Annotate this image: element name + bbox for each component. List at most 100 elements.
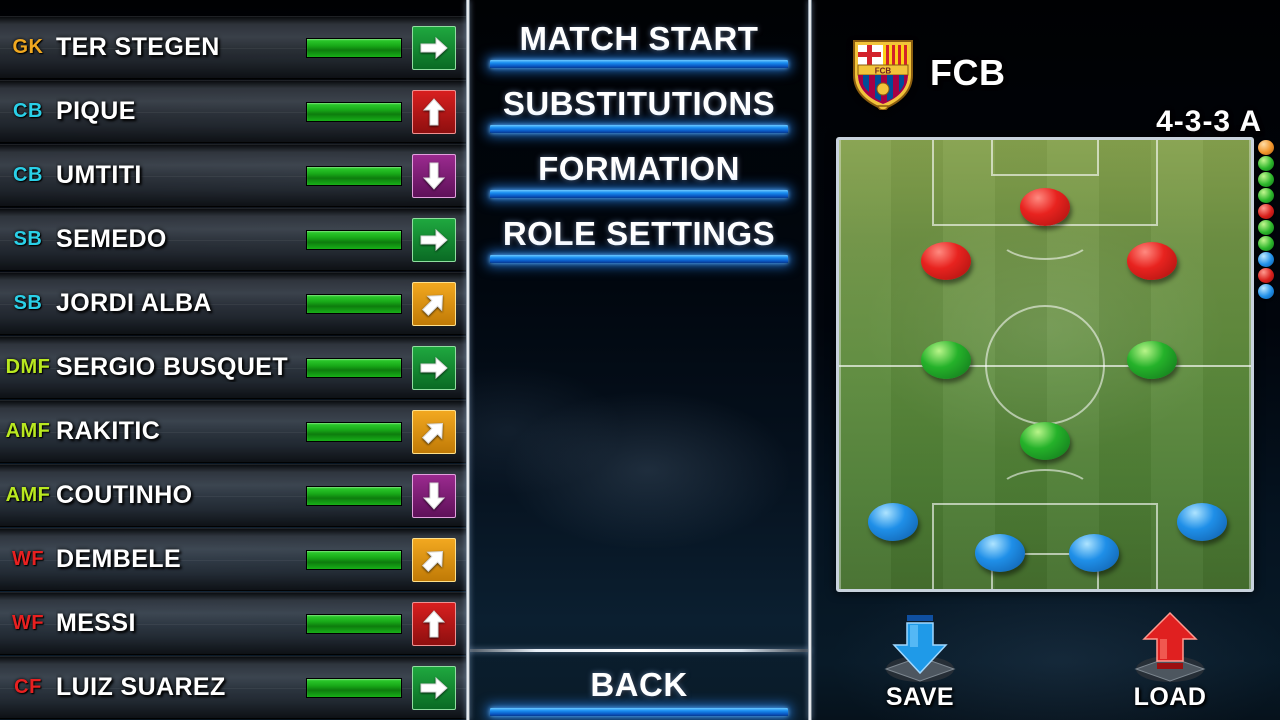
player-name-label: UMTITI	[56, 161, 142, 189]
squad-row[interactable]: DMF SERGIO BUSQUET	[0, 336, 468, 399]
player-form-right-arrow-icon[interactable]	[412, 345, 456, 390]
pitch-center-circle	[985, 304, 1105, 425]
player-condition-bar	[306, 357, 402, 378]
player-position-label: GK	[12, 36, 44, 58]
menu-item-underline	[490, 60, 788, 68]
pitch-player-midfielder[interactable]	[1127, 341, 1178, 379]
squad-row[interactable]: AMF COUTINHO	[0, 464, 468, 527]
player-form-right-arrow-icon[interactable]	[412, 25, 456, 70]
pitch-player-defender[interactable]	[867, 502, 918, 541]
menu-item-label: MATCH START	[519, 20, 759, 57]
player-form-up-right-arrow-icon[interactable]	[412, 409, 456, 454]
back-button[interactable]: BACK	[468, 652, 810, 720]
player-condition-bar	[306, 613, 402, 634]
role-indicator-dot[interactable]	[1258, 268, 1274, 283]
squad-rows: GK TER STEGEN CB PIQUE CB UMTITI SB SEMEDO SB JOR…	[0, 16, 468, 719]
role-indicator-dot[interactable]	[1258, 204, 1274, 219]
pitch-player-midfielder[interactable]	[921, 341, 972, 379]
player-name-label: TER STEGEN	[56, 33, 220, 61]
squad-list-panel: GK TER STEGEN CB PIQUE CB UMTITI SB SEMEDO SB JOR…	[0, 0, 468, 720]
player-position-label: AMF	[5, 420, 51, 442]
player-form-down-arrow-icon[interactable]	[412, 473, 456, 518]
pitch-player-defender[interactable]	[974, 534, 1025, 573]
player-form-up-arrow-icon[interactable]	[412, 601, 456, 646]
player-name-label: COUTINHO	[56, 481, 193, 509]
menu-item-label: FORMATION	[538, 150, 740, 187]
role-indicator-dot[interactable]	[1258, 156, 1274, 171]
squad-row[interactable]: GK TER STEGEN	[0, 16, 468, 79]
role-indicator-dot[interactable]	[1258, 188, 1274, 203]
load-label: LOAD	[1133, 683, 1207, 711]
pitch-player-midfielder[interactable]	[1020, 421, 1070, 460]
main-menu-panel: MATCH START SUBSTITUTIONS FORMATION ROLE SE…	[468, 0, 810, 720]
player-position-label: SB	[13, 228, 43, 250]
player-name-label: JORDI ALBA	[56, 289, 212, 317]
player-position-label: SB	[13, 292, 43, 314]
player-name-label: DEMBELE	[56, 545, 182, 573]
menu-item-label: SUBSTITUTIONS	[502, 85, 776, 122]
player-condition-bar	[306, 485, 402, 506]
pitch-player-defender[interactable]	[1069, 534, 1120, 573]
menu-item-list: MATCH START SUBSTITUTIONS FORMATION ROLE SE…	[468, 0, 810, 276]
player-form-down-arrow-icon[interactable]	[412, 153, 456, 198]
player-name-label: SERGIO BUSQUET	[56, 353, 289, 381]
role-indicator-dot[interactable]	[1258, 252, 1274, 267]
formation-label: 4-3-3 A	[1156, 105, 1262, 138]
player-name-label: MESSI	[56, 609, 136, 637]
squad-row[interactable]: CF LUIZ SUAREZ	[0, 656, 468, 719]
role-indicator-dot[interactable]	[1258, 236, 1274, 251]
player-position-label: CB	[13, 164, 43, 186]
menu-item-underline	[490, 190, 788, 198]
role-indicator-dot[interactable]	[1258, 284, 1274, 299]
menu-item-underline	[490, 255, 788, 263]
menu-item-formation[interactable]: FORMATION	[480, 146, 798, 199]
squad-row[interactable]: AMF RAKITIC	[0, 400, 468, 463]
svg-text:FCB: FCB	[875, 67, 892, 76]
squad-row[interactable]: SB JORDI ALBA	[0, 272, 468, 335]
player-form-up-right-arrow-icon[interactable]	[412, 537, 456, 582]
squad-row[interactable]: WF DEMBELE	[0, 528, 468, 591]
pitch-touchline-left	[839, 140, 841, 589]
pitch-player-forward[interactable]	[1020, 188, 1070, 227]
player-form-right-arrow-icon[interactable]	[412, 665, 456, 710]
pitch-touchline-right	[1249, 140, 1251, 589]
player-name-label: RAKITIC	[56, 417, 161, 445]
squad-row[interactable]: CB PIQUE	[0, 80, 468, 143]
player-position-label: DMF	[5, 356, 51, 378]
panel-divider-left	[466, 0, 470, 720]
team-formation-panel: FCB FCB 4-3-3 A SAVE LOAD	[810, 0, 1280, 720]
fcb-crest-icon: FCB	[850, 36, 916, 111]
role-indicator-dot[interactable]	[1258, 220, 1274, 235]
formation-pitch[interactable]	[836, 137, 1254, 592]
menu-item-role-settings[interactable]: ROLE SETTINGS	[480, 211, 798, 264]
pitch-player-forward[interactable]	[921, 242, 972, 281]
player-form-up-arrow-icon[interactable]	[412, 89, 456, 134]
squad-row[interactable]: WF MESSI	[0, 592, 468, 655]
pitch-goal-area-top	[991, 140, 1099, 176]
back-button-label: BACK	[590, 666, 688, 703]
player-position-label: WF	[11, 612, 45, 634]
pitch-surface	[839, 140, 1251, 589]
player-condition-bar	[306, 549, 402, 570]
team-header: FCB FCB	[850, 36, 1006, 111]
squad-row[interactable]: CB UMTITI	[0, 144, 468, 207]
player-name-label: PIQUE	[56, 97, 136, 125]
save-load-bar: SAVE LOAD	[810, 611, 1280, 712]
player-position-label: CF	[14, 676, 42, 698]
squad-row[interactable]: SB SEMEDO	[0, 208, 468, 271]
player-name-label: SEMEDO	[56, 225, 167, 253]
role-indicator-dot[interactable]	[1258, 172, 1274, 187]
menu-item-match-start[interactable]: MATCH START	[480, 16, 798, 69]
load-button[interactable]: LOAD	[1105, 611, 1235, 712]
role-indicator-strip[interactable]	[1258, 140, 1276, 299]
role-indicator-dot[interactable]	[1258, 140, 1274, 155]
player-form-right-arrow-icon[interactable]	[412, 217, 456, 262]
save-button[interactable]: SAVE	[855, 611, 985, 712]
player-form-up-right-arrow-icon[interactable]	[412, 281, 456, 326]
pitch-player-defender[interactable]	[1176, 502, 1227, 541]
load-up-arrow-icon	[1105, 611, 1235, 685]
pitch-player-forward[interactable]	[1127, 242, 1178, 281]
player-condition-bar	[306, 165, 402, 186]
menu-item-substitutions[interactable]: SUBSTITUTIONS	[480, 81, 798, 134]
player-condition-bar	[306, 229, 402, 250]
